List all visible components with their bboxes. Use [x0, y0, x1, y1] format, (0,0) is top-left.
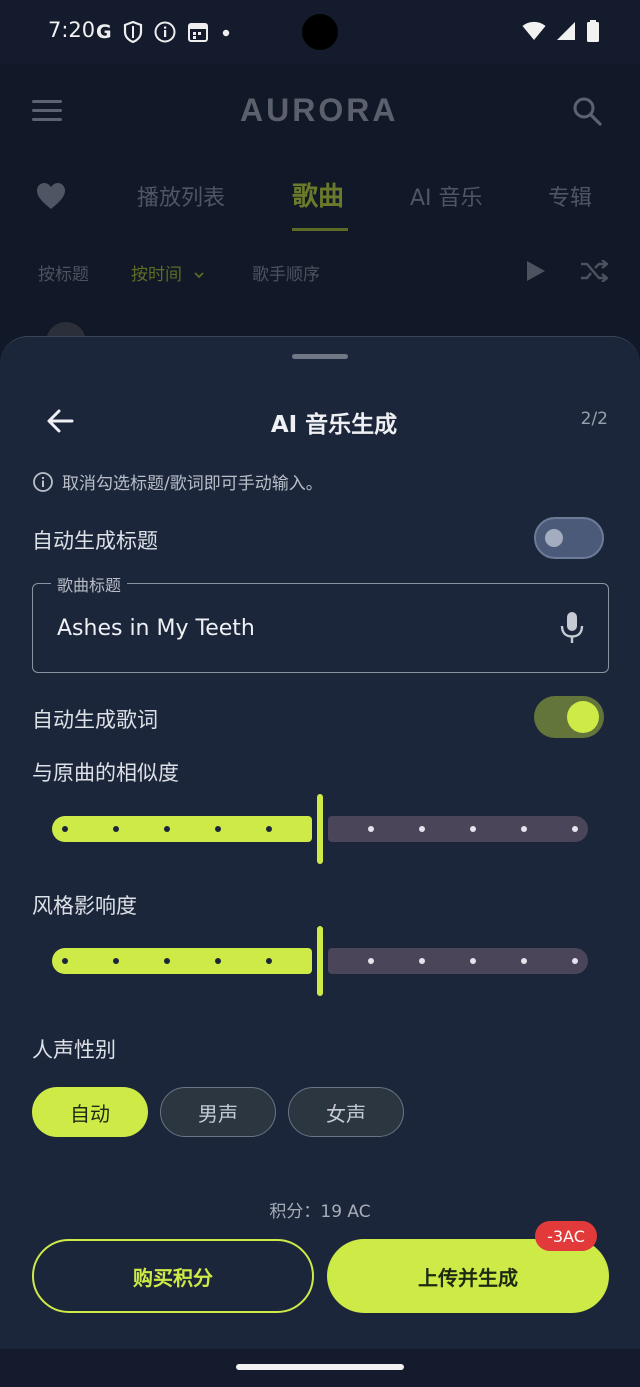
slider-tick: [521, 958, 527, 964]
slider-tick: [419, 958, 425, 964]
hamburger-menu-icon[interactable]: [32, 100, 62, 122]
slider-thumb[interactable]: [317, 926, 323, 996]
credits-balance: 积分：19 AC: [269, 1202, 371, 1222]
slider-inactive-track: [328, 816, 588, 842]
vocal-chip-female[interactable]: 女声: [288, 1087, 404, 1137]
slider-tick: [62, 958, 68, 964]
style-influence-label: 风格影响度: [32, 894, 137, 918]
system-navigation-bar: [0, 1349, 640, 1387]
battery-icon: [587, 20, 599, 42]
auto-lyrics-toggle[interactable]: [534, 696, 604, 738]
sort-by-artist[interactable]: 歌手顺序: [252, 260, 320, 285]
sort-by-title[interactable]: 按标题: [38, 260, 89, 285]
status-bar: 7:20 G: [0, 0, 640, 64]
dot-icon: [222, 29, 229, 37]
slider-tick: [266, 826, 272, 832]
buy-credits-button[interactable]: 购买积分: [32, 1239, 314, 1313]
vocal-gender-chips: 自动 男声 女声: [32, 1087, 404, 1137]
slider-thumb[interactable]: [317, 794, 323, 864]
style-influence-slider[interactable]: [52, 926, 588, 996]
slider-tick: [368, 958, 374, 964]
slider-tick: [470, 826, 476, 832]
info-icon: [154, 21, 176, 43]
slider-tick: [62, 826, 68, 832]
cost-badge: -3AC: [535, 1221, 597, 1251]
tab-ai-music[interactable]: AI 音乐: [410, 180, 483, 212]
vocal-gender-label: 人声性别: [32, 1038, 116, 1062]
slider-tick: [113, 826, 119, 832]
song-title-field-label: 歌曲标题: [51, 572, 128, 596]
toggle-knob: [567, 701, 599, 733]
chevron-down-icon: [194, 272, 205, 279]
slider-tick: [470, 958, 476, 964]
vocal-chip-male[interactable]: 男声: [160, 1087, 276, 1137]
microphone-icon[interactable]: [560, 611, 584, 645]
sort-by-time[interactable]: 按时间: [131, 260, 205, 285]
signal-icon: [557, 22, 575, 40]
slider-tick: [521, 826, 527, 832]
info-icon: [33, 471, 53, 492]
hint-row: 取消勾选标题/歌词即可手动输入。: [32, 469, 323, 494]
slider-tick: [215, 826, 221, 832]
auto-lyrics-label: 自动生成歌词: [32, 708, 158, 732]
shuffle-icon[interactable]: [580, 260, 608, 282]
google-g-icon: G: [96, 21, 112, 43]
toggle-knob: [545, 529, 563, 547]
slider-tick: [113, 958, 119, 964]
camera-cutout: [302, 14, 338, 50]
slider-tick: [266, 958, 272, 964]
home-indicator[interactable]: [236, 1364, 404, 1370]
app-logo: AURORA: [240, 92, 399, 128]
hint-text: 取消勾选标题/歌词即可手动输入。: [62, 474, 323, 494]
slider-active-track: [52, 816, 312, 842]
search-icon[interactable]: [572, 96, 602, 126]
similarity-slider[interactable]: [52, 794, 588, 864]
shield-icon: [123, 21, 142, 43]
wifi-icon: [522, 21, 546, 40]
auto-title-label: 自动生成标题: [32, 529, 158, 553]
slider-tick: [572, 958, 578, 964]
auto-title-toggle[interactable]: [534, 517, 604, 559]
tab-songs[interactable]: 歌曲: [292, 176, 344, 213]
slider-tick: [572, 826, 578, 832]
background-app: AURORA 播放列表 歌曲 AI 音乐 专辑 按标题 按时间 歌手顺序: [0, 64, 640, 362]
ai-music-generation-sheet: AI 音乐生成 2/2 取消勾选标题/歌词即可手动输入。 自动生成标题 歌曲标题…: [0, 336, 640, 1349]
slider-tick: [164, 826, 170, 832]
drag-handle[interactable]: [292, 354, 348, 359]
slider-tick: [368, 826, 374, 832]
tab-bar: 播放列表 歌曲 AI 音乐 专辑: [0, 174, 640, 234]
song-title-input[interactable]: [57, 616, 537, 641]
calendar-icon: [187, 23, 208, 42]
status-time: 7:20: [48, 18, 96, 42]
sort-by-time-label: 按时间: [131, 265, 182, 285]
status-icons-left: G: [96, 20, 232, 44]
tab-albums[interactable]: 专辑: [548, 180, 592, 212]
slider-tick: [215, 958, 221, 964]
step-indicator: 2/2: [580, 409, 608, 429]
slider-tick: [419, 826, 425, 832]
slider-active-track: [52, 948, 312, 974]
slider-tick: [164, 958, 170, 964]
vocal-chip-auto[interactable]: 自动: [32, 1087, 148, 1137]
status-icons-right: [522, 20, 600, 42]
active-tab-indicator: [292, 228, 348, 231]
similarity-label: 与原曲的相似度: [32, 761, 179, 785]
song-title-field[interactable]: 歌曲标题: [32, 572, 609, 673]
slider-inactive-track: [328, 948, 588, 974]
tab-playlists[interactable]: 播放列表: [137, 180, 225, 212]
sheet-title: AI 音乐生成: [270, 412, 398, 438]
play-icon[interactable]: [526, 260, 546, 282]
